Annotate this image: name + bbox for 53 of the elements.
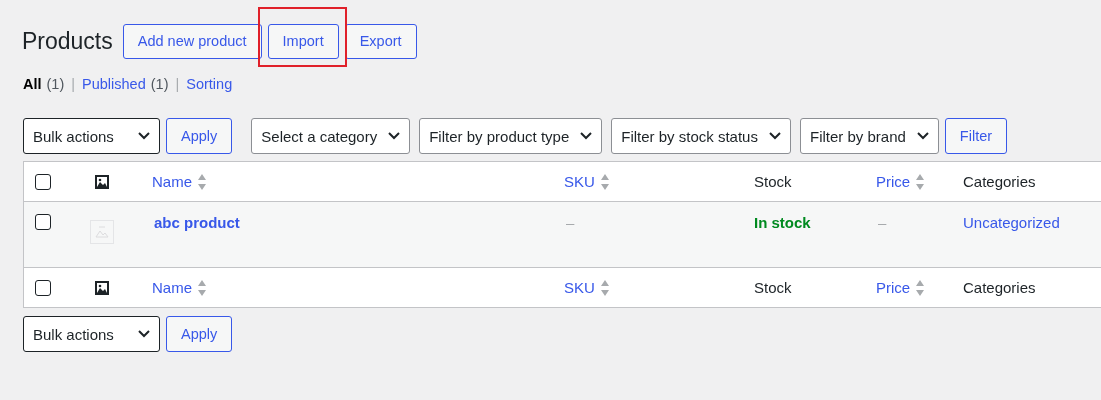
chevron-down-icon [387,131,402,141]
filter-button[interactable]: Filter [944,118,1008,154]
column-header: Categories [962,173,1036,190]
select-label: Filter by product type [429,127,570,145]
filter-select[interactable]: Filter by stock status [611,118,791,154]
view-count: (1) [150,76,169,92]
view-link[interactable]: All [23,76,42,92]
filter-select[interactable]: Filter by brand [799,118,939,154]
separator: | [71,76,76,92]
column-header-link[interactable]: SKU [556,172,610,191]
stock-status: In stock [753,214,811,231]
filter-select[interactable]: Select a category [251,118,411,154]
select-all-checkbox[interactable] [35,173,51,190]
separator: | [175,76,180,92]
category-link[interactable]: Uncategorized [955,214,1060,231]
column-header-link[interactable]: Price [868,172,926,191]
chevron-down-icon [137,329,151,339]
view-count: (1) [46,76,65,92]
image-icon [94,173,110,190]
apply-button[interactable]: Apply [166,316,233,352]
select-label: Filter by brand [809,127,906,145]
header-button[interactable]: Export [344,23,417,59]
column-header: Categories [962,279,1036,296]
column-header-link[interactable]: Name [144,172,207,191]
select-all-checkbox[interactable] [35,279,51,296]
select-label: Bulk actions [33,127,114,145]
placeholder-image-icon [90,220,114,244]
select-label: Select a category [261,127,378,145]
chevron-down-icon [767,131,782,141]
apply-button[interactable]: Apply [166,118,233,154]
table-cell-text: – [877,214,887,231]
column-header: Stock [753,279,792,296]
column-header-link[interactable]: SKU [556,278,610,297]
select-label: Filter by stock status [621,127,758,145]
bulk-actions-select[interactable]: Bulk actions [23,316,160,352]
view-link[interactable]: Published [82,76,146,92]
header-button[interactable]: Add new product [122,23,262,59]
column-header: Stock [753,173,792,190]
select-label: Bulk actions [33,325,114,343]
chevron-down-icon [915,131,930,141]
chevron-down-icon [137,131,151,141]
bulk-actions-select[interactable]: Bulk actions [23,118,160,154]
image-icon [94,279,110,296]
filter-select[interactable]: Filter by product type [419,118,603,154]
product-name-link[interactable]: abc product [144,214,240,231]
chevron-down-icon [579,131,594,141]
page-title: Products [22,27,113,55]
column-header-link[interactable]: Price [868,278,926,297]
view-link[interactable]: Sorting [186,76,233,92]
row-checkbox[interactable] [35,214,51,230]
column-header-link[interactable]: Name [144,278,207,297]
table-cell-text: – [565,214,575,231]
header-button[interactable]: Import [267,23,339,59]
